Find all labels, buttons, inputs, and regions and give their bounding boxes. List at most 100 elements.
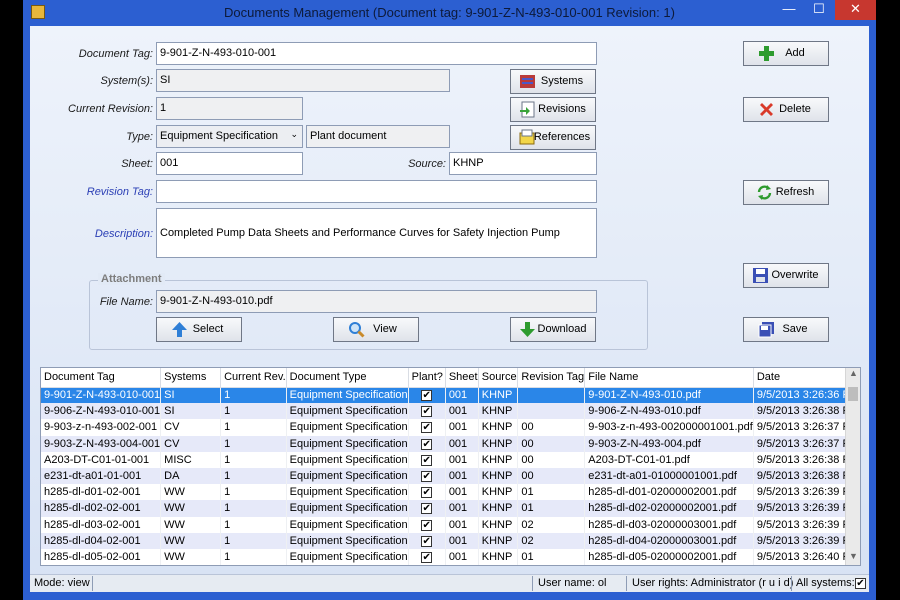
column-header[interactable]: Current Rev. — [220, 368, 287, 388]
table-cell: 1 — [220, 435, 287, 452]
plant-checkbox-cell: ✔ — [408, 548, 446, 565]
table-row[interactable]: 9-903-Z-N-493-004-001 CV 1 Equipment Specif… — [41, 435, 860, 452]
table-cell: KHNP — [478, 387, 519, 404]
plant-checkbox[interactable]: ✔ — [421, 535, 433, 547]
scroll-down-icon[interactable]: ▼ — [846, 551, 860, 565]
delete-button[interactable]: Delete — [743, 97, 829, 122]
grid-header: Document Tag Systems Current Rev. Document … — [41, 368, 860, 388]
table-cell: 001 — [445, 451, 479, 468]
status-divider — [626, 576, 627, 591]
column-header[interactable]: Systems — [160, 368, 222, 388]
table-cell: MISC — [160, 451, 222, 468]
sheet-field[interactable]: 001 — [156, 152, 303, 175]
table-row[interactable]: 9-901-Z-N-493-010-001 SI 1 Equipment Specif… — [41, 387, 860, 404]
plant-checkbox[interactable]: ✔ — [421, 454, 433, 466]
view-button[interactable]: View — [333, 317, 419, 342]
vertical-scrollbar[interactable]: ▲ ▼ — [845, 368, 860, 565]
client-area: Document Tag: 9-901-Z-N-493-010-001 Syst… — [30, 26, 869, 592]
table-row[interactable]: h285-dl-d05-02-001 WW 1 Equipment Specifica… — [41, 548, 860, 565]
source-field[interactable]: KHNP — [449, 152, 597, 175]
table-row[interactable]: h285-dl-d02-02-001 WW 1 Equipment Specifica… — [41, 500, 860, 517]
plus-icon — [759, 46, 774, 61]
plant-checkbox[interactable]: ✔ — [421, 390, 433, 402]
column-header[interactable]: Sheet — [445, 368, 479, 388]
table-row[interactable]: 9-906-Z-N-493-010-001 SI 1 Equipment Specif… — [41, 403, 860, 420]
minimize-button[interactable]: — — [775, 0, 803, 20]
plant-checkbox[interactable]: ✔ — [421, 471, 433, 483]
table-row[interactable]: e231-dt-a01-01-001 DA 1 Equipment Specifica… — [41, 467, 860, 485]
column-header[interactable]: Document Tag — [41, 368, 162, 388]
table-row[interactable]: 9-903-z-n-493-002-001 CV 1 Equipment Specif… — [41, 419, 860, 436]
all-systems-checkbox[interactable]: ✔ — [855, 578, 866, 589]
table-row[interactable]: h285-dl-d04-02-001 WW 1 Equipment Specifica… — [41, 532, 860, 549]
table-cell: 1 — [220, 548, 287, 565]
plant-checkbox[interactable]: ✔ — [421, 422, 433, 434]
save-all-icon — [758, 322, 774, 338]
table-cell: 9-906-Z-N-493-010.pdf — [584, 403, 754, 420]
column-header[interactable]: Date — [753, 368, 860, 388]
document-tag-field[interactable]: 9-901-Z-N-493-010-001 — [156, 42, 597, 65]
chevron-down-icon: ⌄ — [290, 129, 298, 139]
revisions-button[interactable]: Revisions — [510, 97, 596, 122]
table-cell: KHNP — [478, 419, 519, 436]
plant-checkbox-cell: ✔ — [408, 403, 446, 420]
refresh-icon — [757, 185, 772, 200]
scroll-up-icon[interactable]: ▲ — [846, 368, 860, 382]
table-cell: 9/5/2013 3:26:38 PM — [753, 467, 860, 485]
current-revision-field[interactable]: 1 — [156, 97, 303, 120]
column-header[interactable]: Plant? — [408, 368, 446, 388]
add-button[interactable]: Add — [743, 41, 829, 66]
table-cell: WW — [160, 548, 222, 565]
refresh-button[interactable]: Refresh — [743, 180, 829, 205]
column-header[interactable]: Document Type — [286, 368, 409, 388]
plant-checkbox-cell: ✔ — [408, 419, 446, 436]
plant-checkbox[interactable]: ✔ — [421, 519, 433, 531]
column-header[interactable]: Source — [478, 368, 519, 388]
table-cell: 00 — [517, 435, 586, 452]
table-cell: 02 — [517, 516, 586, 533]
table-cell: 9/5/2013 3:26:39 PM — [753, 532, 860, 549]
table-cell: 00 — [517, 419, 586, 436]
column-header[interactable]: File Name — [584, 368, 754, 388]
close-button[interactable]: ✕ — [835, 0, 876, 20]
save-button[interactable]: Save — [743, 317, 829, 342]
maximize-button[interactable]: ☐ — [805, 0, 833, 20]
revision-tag-label: Revision Tag: — [86, 186, 153, 198]
table-cell — [517, 403, 586, 420]
plant-checkbox[interactable]: ✔ — [421, 503, 433, 515]
plant-checkbox[interactable]: ✔ — [421, 406, 433, 418]
arrow-down-icon — [520, 322, 535, 337]
type-category-field[interactable]: Plant document — [306, 125, 450, 148]
table-row[interactable]: h285-dl-d03-02-001 WW 1 Equipment Specifica… — [41, 516, 860, 533]
file-name-field[interactable]: 9-901-Z-N-493-010.pdf — [156, 290, 597, 313]
table-cell: 00 — [517, 451, 586, 468]
arrow-up-icon — [172, 322, 187, 337]
table-cell: 1 — [220, 419, 287, 436]
systems-field[interactable]: SI — [156, 69, 450, 92]
description-label: Description: — [94, 228, 153, 240]
systems-button[interactable]: Systems — [510, 69, 596, 94]
table-cell: Equipment Specification — [286, 451, 409, 468]
download-button[interactable]: Download — [510, 317, 596, 342]
plant-checkbox[interactable]: ✔ — [421, 487, 433, 499]
description-field[interactable]: Completed Pump Data Sheets and Performan… — [156, 208, 597, 258]
revision-tag-field[interactable] — [156, 180, 597, 203]
plant-checkbox[interactable]: ✔ — [421, 551, 433, 563]
scroll-thumb[interactable] — [848, 387, 858, 401]
references-button[interactable]: References — [510, 125, 596, 150]
table-cell: 9/5/2013 3:26:36 PM — [753, 387, 860, 404]
select-button[interactable]: Select — [156, 317, 242, 342]
overwrite-button[interactable]: Overwrite — [743, 263, 829, 288]
plant-checkbox-cell: ✔ — [408, 387, 446, 404]
table-cell: A203-DT-C01-01-001 — [41, 451, 162, 468]
documents-grid[interactable]: Document Tag Systems Current Rev. Document … — [40, 367, 861, 566]
documents-table: Document Tag Systems Current Rev. Document … — [41, 368, 860, 565]
column-header[interactable]: Revision Tag — [517, 368, 586, 388]
table-cell: 1 — [220, 532, 287, 549]
table-row[interactable]: A203-DT-C01-01-001 MISC 1 Equipment Specifi… — [41, 451, 860, 468]
table-cell: CV — [160, 419, 222, 436]
table-cell: e231-dt-a01-01-001 — [41, 467, 162, 485]
plant-checkbox[interactable]: ✔ — [421, 438, 433, 450]
table-row[interactable]: h285-dl-d01-02-001 WW 1 Equipment Specifica… — [41, 484, 860, 501]
type-dropdown[interactable]: Equipment Specification ⌄ — [156, 125, 303, 148]
